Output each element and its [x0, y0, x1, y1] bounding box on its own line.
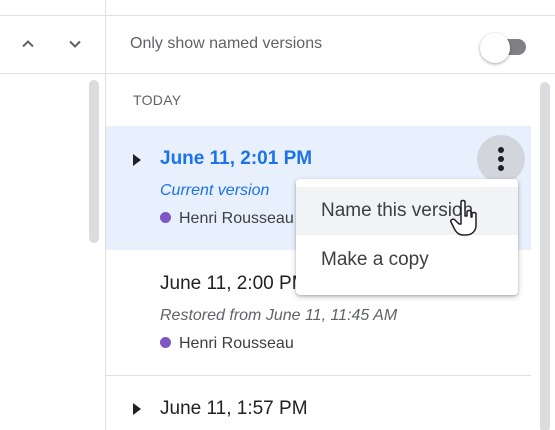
right-scrollbar[interactable]: [540, 82, 550, 430]
top-strip: [0, 0, 555, 16]
version-author: Henri Rousseau: [160, 210, 294, 228]
section-header: TODAY: [133, 92, 182, 108]
chevron-down-icon: [69, 40, 81, 48]
chevron-up-icon: [22, 40, 34, 48]
more-vert-icon: [498, 147, 504, 153]
version-timestamp: June 11, 1:57 PM: [160, 398, 308, 419]
left-scrollbar[interactable]: [89, 80, 99, 243]
more-vert-icon: [498, 156, 504, 162]
version-filter-bar: Only show named versions: [106, 16, 555, 74]
named-versions-label: Only show named versions: [130, 35, 323, 52]
name-version-menu-item[interactable]: Name this version: [296, 187, 518, 235]
author-color-dot: [160, 337, 171, 349]
author-color-dot: [160, 212, 171, 224]
version-actions-menu: Name this version Make a copy: [296, 179, 518, 295]
named-versions-toggle[interactable]: [478, 29, 538, 63]
previous-version-button[interactable]: [18, 34, 38, 54]
expand-caret-icon[interactable]: [133, 154, 141, 166]
version-timestamp: June 11, 2:00 PM: [160, 273, 308, 294]
author-name: Henri Rousseau: [179, 210, 294, 227]
version-item[interactable]: June 11, 1:57 PM: [106, 376, 531, 430]
next-version-button[interactable]: [65, 34, 85, 54]
version-author: Henri Rousseau: [160, 335, 294, 353]
version-subtitle: Restored from June 11, 11:45 AM: [160, 307, 398, 324]
make-copy-menu-item[interactable]: Make a copy: [296, 236, 518, 284]
version-timestamp: June 11, 2:01 PM: [160, 148, 313, 169]
left-panel: [0, 16, 106, 430]
top-divider: [105, 0, 106, 15]
author-name: Henri Rousseau: [179, 335, 294, 352]
hand-pointer-icon: [450, 199, 477, 236]
version-nav: [0, 16, 105, 74]
menu-item-label: Make a copy: [321, 249, 429, 270]
version-subtitle: Current version: [160, 182, 270, 199]
expand-caret-icon[interactable]: [133, 403, 141, 415]
more-vert-icon: [498, 165, 504, 171]
more-actions-button[interactable]: [477, 135, 525, 183]
toggle-knob: [480, 33, 510, 63]
